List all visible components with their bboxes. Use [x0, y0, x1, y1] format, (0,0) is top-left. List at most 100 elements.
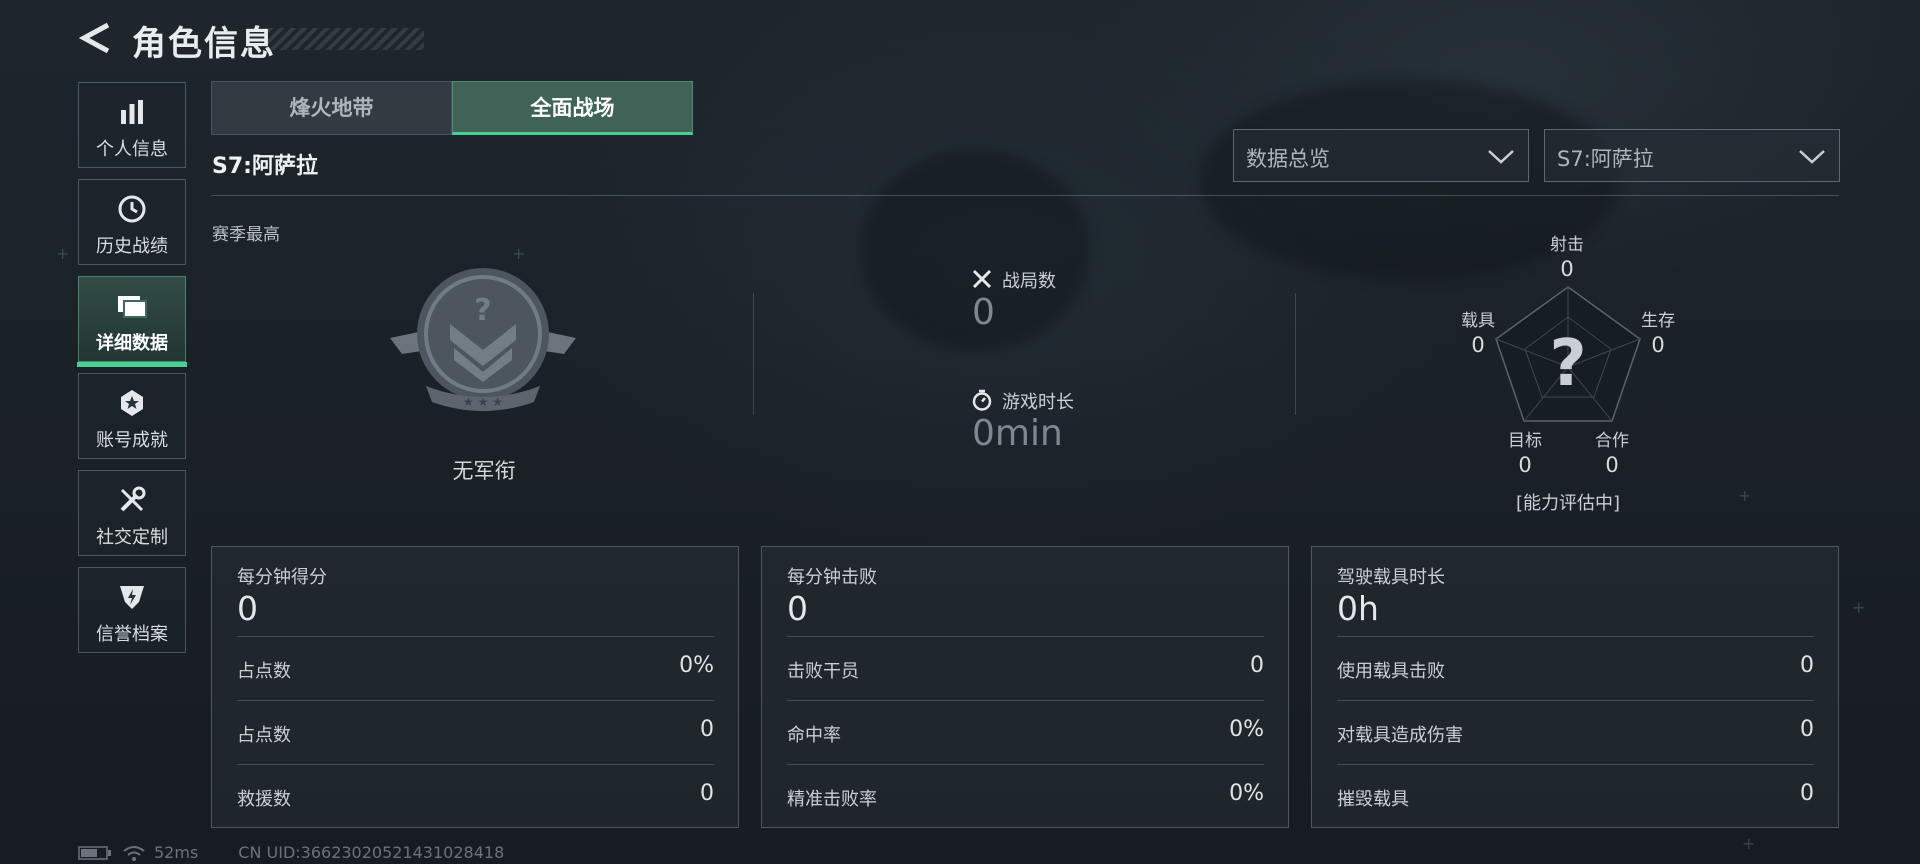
wrench-tools-icon: [120, 486, 146, 512]
stat-row-label: 精准击败率: [787, 789, 877, 810]
radar-label-objective: 目标: [1508, 431, 1542, 451]
stat-row-label: 使用载具击败: [1337, 661, 1445, 682]
crosshair-decoration: +: [512, 244, 526, 263]
title-decoration: [268, 28, 424, 50]
radar-value-vehicle: 0: [1471, 333, 1485, 357]
sidebar-item-detailed-data[interactable]: 详细数据: [77, 276, 187, 367]
svg-text:?: ?: [474, 293, 491, 328]
history-clock-icon: [118, 195, 146, 223]
panel-value: 0h: [1337, 589, 1379, 628]
radar-value-survival: 0: [1651, 333, 1665, 357]
stat-row: 使用载具击败 0: [1337, 636, 1814, 701]
radar-value-objective: 0: [1518, 453, 1532, 477]
stat-row: 对载具造成伤害 0: [1337, 700, 1814, 765]
radar-label-shooting: 射击: [1550, 235, 1584, 255]
stat-row-value: 0%: [1229, 717, 1264, 742]
radar-status: [能力评估中]: [1515, 493, 1621, 514]
panel-value: 0: [787, 589, 808, 628]
page-title: 角色信息: [132, 24, 276, 64]
sidebar-item-history[interactable]: 历史战绩: [78, 179, 186, 265]
wifi-icon: [123, 845, 145, 861]
radar-label-survival: 生存: [1641, 311, 1675, 331]
status-footer: 52ms CN UID:36623020521431028418: [78, 843, 504, 862]
rank-name: 无军衔: [452, 459, 516, 483]
radar-label-vehicle: 载具: [1461, 311, 1495, 331]
folder-icon: [118, 296, 147, 318]
stat-row-value: 0%: [1229, 781, 1264, 806]
stopwatch-icon: [972, 389, 992, 411]
stat-row-value: 0%: [679, 653, 714, 678]
stat-row: 命中率 0%: [787, 700, 1264, 765]
uid-text: CN UID:36623020521431028418: [238, 843, 505, 862]
stat-row: 击败干员 0: [787, 636, 1264, 701]
radar-value-teamwork: 0: [1605, 453, 1619, 477]
sidebar-item-label: 社交定制: [96, 527, 168, 548]
crosshair-decoration: +: [1742, 834, 1756, 853]
playtime-label: 游戏时长: [1002, 392, 1074, 413]
chevron-down-icon: [1799, 150, 1825, 164]
back-arrow-icon[interactable]: [78, 20, 114, 56]
stat-row-label: 占点数: [237, 725, 291, 746]
shield-bolt-icon: [120, 586, 144, 609]
tab-full-battlefield[interactable]: 全面战场: [452, 81, 693, 135]
battery-icon: [78, 845, 111, 860]
panel-title: 驾驶载具时长: [1337, 567, 1445, 588]
stat-row-label: 占点数: [237, 661, 291, 682]
dropdown-value: 数据总览: [1246, 147, 1330, 171]
divider: [1295, 293, 1296, 415]
achievement-medal-icon: [121, 390, 143, 416]
sidebar-item-credit[interactable]: 信誉档案: [78, 567, 186, 653]
playtime-value: 0min: [972, 413, 1063, 454]
svg-text:?: ?: [1549, 327, 1586, 401]
svg-text:★ ★ ★: ★ ★ ★: [463, 395, 503, 409]
divider: [753, 293, 754, 415]
sidebar-item-label: 详细数据: [96, 333, 168, 354]
stat-row-value: 0: [1800, 653, 1814, 678]
matches-label: 战局数: [1002, 271, 1056, 292]
sidebar-item-personal-info[interactable]: 个人信息: [78, 82, 186, 168]
panel-title: 每分钟击败: [787, 567, 877, 588]
sidebar-item-achievements[interactable]: 账号成就: [78, 373, 186, 459]
bar-chart-icon: [121, 100, 143, 124]
stat-row-value: 0: [700, 781, 714, 806]
rank-emblem-icon: ? ★ ★ ★: [390, 268, 576, 411]
chevron-down-icon: [1488, 150, 1514, 164]
stat-row: 摧毁载具 0: [1337, 764, 1814, 829]
stat-row-label: 命中率: [787, 725, 841, 746]
panel-value: 0: [237, 589, 258, 628]
sidebar-item-label: 历史战绩: [96, 236, 168, 257]
stat-row-label: 击败干员: [787, 661, 859, 682]
ping-value: 52ms: [154, 843, 199, 862]
vehicle-panel: 驾驶载具时长 0h 使用载具击败 0 对载具造成伤害 0 摧毁载具 0: [1311, 546, 1839, 828]
panel-title: 每分钟得分: [237, 567, 327, 588]
stat-row: 救援数 0: [237, 764, 714, 829]
stat-row: 占点数 0: [237, 700, 714, 765]
divider: [211, 195, 1839, 196]
crosshair-decoration: +: [56, 244, 70, 263]
radar-label-teamwork: 合作: [1595, 431, 1629, 451]
sidebar-item-social[interactable]: 社交定制: [78, 470, 186, 556]
ability-radar-chart: ?: [1495, 286, 1641, 422]
season-dropdown[interactable]: S7:阿萨拉: [1544, 129, 1840, 182]
stat-row: 占点数 0%: [237, 636, 714, 701]
season-best-label: 赛季最高: [212, 225, 280, 245]
stat-row-value: 0: [1250, 653, 1264, 678]
sidebar-item-label: 账号成就: [96, 430, 168, 451]
active-indicator: [77, 362, 187, 367]
mode-tabs: 烽火地带 全面战场: [211, 81, 693, 135]
stat-row: 精准击败率 0%: [787, 764, 1264, 829]
stat-row-label: 救援数: [237, 789, 291, 810]
radar-value-shooting: 0: [1560, 257, 1574, 281]
view-dropdown[interactable]: 数据总览: [1233, 129, 1529, 182]
stat-row-value: 0: [700, 717, 714, 742]
sidebar-nav: 个人信息 历史战绩 详细数据 账号成就 社交定制 信誉档案: [77, 82, 188, 664]
kills-panel: 每分钟击败 0 击败干员 0 命中率 0% 精准击败率 0%: [761, 546, 1289, 828]
stat-row-label: 摧毁载具: [1337, 789, 1409, 810]
tab-warzone[interactable]: 烽火地带: [211, 81, 452, 135]
stat-row-label: 对载具造成伤害: [1337, 725, 1463, 746]
sidebar-item-label: 个人信息: [96, 139, 168, 160]
dropdown-value: S7:阿萨拉: [1557, 147, 1654, 171]
crosshair-decoration: +: [1852, 598, 1866, 617]
stat-row-value: 0: [1800, 717, 1814, 742]
season-title: S7:阿萨拉: [212, 154, 318, 179]
